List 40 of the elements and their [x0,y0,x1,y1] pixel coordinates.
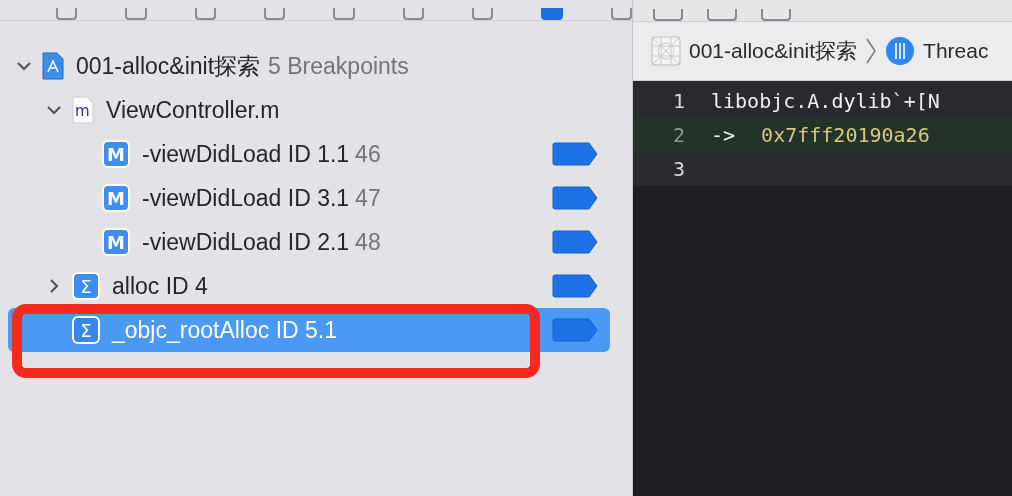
code-text: 0x7fff20190a26 [761,123,930,147]
breakpoint-marker-icon[interactable] [552,274,598,298]
line-number: 48 [355,228,381,256]
breakpoint-row[interactable]: M -viewDidLoad ID 3.1 47 [8,176,610,220]
breakpoint-row[interactable]: M -viewDidLoad ID 2.1 48 [8,220,610,264]
breakpoint-label: _objc_rootAlloc ID 5.1 [112,316,337,344]
line-number: 46 [355,140,381,168]
code-text: libobjc.A.dylib`+[N [711,89,940,113]
thread-icon [885,36,916,66]
breadcrumb-item[interactable]: Threac [923,39,989,63]
sigma-icon: Σ [72,316,100,344]
sigma-icon: Σ [72,272,100,300]
source-file-icon: m [72,96,94,124]
breakpoint-label: ViewController.m [106,96,280,124]
line-number: 1 [671,89,686,113]
breadcrumb-item[interactable]: 001-alloc&init探索 [689,37,858,65]
breakpoint-label: alloc ID 4 [112,272,208,300]
breakpoint-row[interactable]: m ViewController.m [8,88,610,132]
breakpoint-marker-icon[interactable] [552,142,598,166]
grid-icon [651,36,681,66]
method-icon: M [102,228,130,256]
breakpoint-row[interactable]: 001-alloc&init探索 5 Breakpoints [8,44,610,88]
breakpoint-row[interactable]: M -viewDidLoad ID 1.1 46 [8,132,610,176]
chevron-right-icon [865,36,878,66]
method-icon: M [102,184,130,212]
breakpoint-label: 001-alloc&init探索 [76,51,261,81]
breakpoint-marker-icon[interactable] [552,230,598,254]
breakpoint-marker-icon[interactable] [552,318,598,342]
breakpoint-label: -viewDidLoad ID 3.1 [142,184,350,212]
line-number: 47 [355,184,381,212]
breakpoint-row[interactable]: Σ alloc ID 4 [8,264,610,308]
current-instruction-arrow: -> [711,123,736,147]
breakpoint-label: -viewDidLoad ID 2.1 [142,228,350,256]
breakpoint-count: 5 Breakpoints [268,52,409,80]
breakpoint-label: -viewDidLoad ID 1.1 [142,140,350,168]
method-icon: M [102,140,130,168]
breakpoint-marker-icon[interactable] [552,186,598,210]
line-number: 3 [671,157,686,181]
project-file-icon [42,52,64,80]
line-number: 2 [671,123,686,147]
